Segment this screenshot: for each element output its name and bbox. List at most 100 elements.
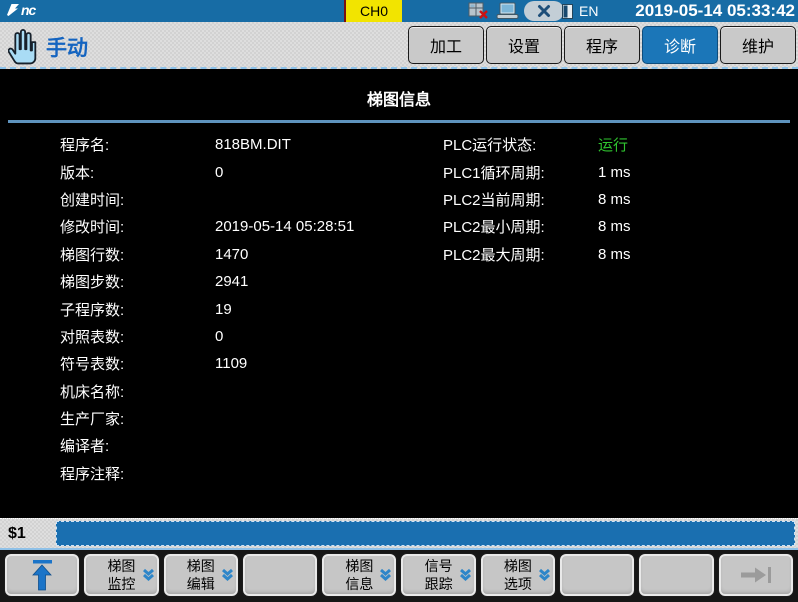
info-value: 8 ms [598, 191, 631, 208]
row-manufacturer: 生产厂家: [60, 405, 443, 432]
info-value: 1470 [215, 246, 248, 263]
cnc-screen: nc CH0 [0, 0, 798, 602]
language-label: EN [579, 3, 598, 19]
row-ladder-lines: 梯图行数:1470 [60, 241, 443, 268]
info-value: 0 [215, 328, 223, 345]
info-label: 符号表数: [60, 353, 215, 374]
ladder-info-panel: 梯图信息 程序名:818BM.DIT 版本:0 创建时间: 修改时间:2019-… [0, 71, 798, 518]
softkey-label: 梯图选项 [504, 557, 532, 593]
info-value: 2019-05-14 05:28:51 [215, 218, 354, 235]
softkey-empty-2[interactable] [559, 553, 635, 597]
info-value: 19 [215, 301, 232, 318]
tab-machining[interactable]: 加工 [408, 26, 484, 64]
return-top-arrow-icon [29, 558, 55, 592]
info-label: PLC1循环周期: [443, 162, 598, 183]
mode-tab-bar: 手动 加工 设置 程序 诊断 维护 [0, 22, 798, 69]
top-status-bar: nc CH0 [0, 0, 798, 22]
info-label: 梯图行数: [60, 244, 215, 265]
chevron-down-icon [459, 568, 472, 582]
info-label: 梯图步数: [60, 271, 215, 292]
softkey-label: 梯图编辑 [187, 557, 215, 593]
info-value: 1 ms [598, 164, 631, 181]
next-page-arrow-icon [738, 564, 774, 586]
row-subprograms: 子程序数:19 [60, 295, 443, 322]
softkey-label: 信号跟踪 [425, 557, 453, 593]
softkey-label: 梯图监控 [107, 557, 135, 593]
info-value: 1109 [215, 355, 247, 372]
info-label: PLC2最小周期: [443, 216, 598, 237]
remote-pc-icon [495, 2, 519, 20]
row-version: 版本:0 [60, 158, 443, 185]
datetime-display: 2019-05-14 05:33:42 [635, 0, 795, 22]
info-label: 版本: [60, 162, 215, 183]
softkey-return-top[interactable] [4, 553, 80, 597]
ime-icon [562, 4, 573, 19]
info-label: 子程序数: [60, 299, 215, 320]
info-value: 2941 [215, 273, 248, 290]
command-input[interactable] [56, 521, 795, 546]
row-symbol-tables: 符号表数:1109 [60, 350, 443, 377]
info-column-left: 程序名:818BM.DIT 版本:0 创建时间: 修改时间:2019-05-14… [0, 131, 443, 487]
info-label: 编译者: [60, 435, 215, 456]
info-label: 修改时间: [60, 216, 215, 237]
row-create-time: 创建时间: [60, 186, 443, 213]
info-label: 机床名称: [60, 381, 215, 402]
softkey-next-page[interactable] [718, 553, 794, 597]
softkey-ladder-info[interactable]: 梯图信息 [321, 553, 397, 597]
info-label: 生产厂家: [60, 408, 215, 429]
row-plc2-max: PLC2最大周期:8 ms [443, 241, 798, 268]
command-bar: $1 [0, 518, 798, 548]
chevron-down-icon [538, 568, 551, 582]
row-crossref-tables: 对照表数:0 [60, 323, 443, 350]
row-plc2-current: PLC2当前周期:8 ms [443, 186, 798, 213]
tab-diagnosis[interactable]: 诊断 [642, 26, 718, 64]
info-value: 8 ms [598, 246, 631, 263]
logo-text: nc [21, 2, 35, 18]
language-indicator: EN [562, 0, 598, 22]
info-value: 8 ms [598, 218, 631, 235]
close-pill-icon[interactable] [524, 1, 564, 21]
info-label: PLC运行状态: [443, 134, 598, 155]
row-program-name: 程序名:818BM.DIT [60, 131, 443, 158]
info-value: 818BM.DIT [215, 136, 291, 153]
channel-prompt: $1 [0, 525, 56, 543]
main-tabs: 加工 设置 程序 诊断 维护 [408, 26, 796, 64]
hand-icon [8, 26, 42, 71]
mode-label: 手动 [46, 32, 88, 62]
row-ladder-steps: 梯图步数:2941 [60, 268, 443, 295]
softkey-bar: 梯图监控 梯图编辑 梯图信息 [0, 548, 798, 602]
softkey-ladder-edit[interactable]: 梯图编辑 [163, 553, 239, 597]
info-value: 0 [215, 164, 223, 181]
row-modify-time: 修改时间:2019-05-14 05:28:51 [60, 213, 443, 240]
info-label: PLC2最大周期: [443, 244, 598, 265]
row-plc2-min: PLC2最小周期:8 ms [443, 213, 798, 240]
tab-maintenance[interactable]: 维护 [720, 26, 796, 64]
softkey-ladder-monitor[interactable]: 梯图监控 [83, 553, 159, 597]
network-error-icon [468, 2, 490, 20]
row-plc1-cycle: PLC1循环周期:1 ms [443, 158, 798, 185]
cnc-logo-mark-icon [5, 2, 21, 18]
info-column-right: PLC运行状态:运行 PLC1循环周期:1 ms PLC2当前周期:8 ms P… [443, 131, 798, 487]
softkey-ladder-options[interactable]: 梯图选项 [480, 553, 556, 597]
tab-program[interactable]: 程序 [564, 26, 640, 64]
info-label: 程序注释: [60, 463, 215, 484]
row-plc-status: PLC运行状态:运行 [443, 131, 798, 158]
chevron-down-icon [221, 568, 234, 582]
softkey-signal-trace[interactable]: 信号跟踪 [400, 553, 476, 597]
row-program-comment: 程序注释: [60, 460, 443, 487]
chevron-down-icon [379, 568, 392, 582]
chevron-down-icon [142, 568, 155, 582]
row-machine-name: 机床名称: [60, 378, 443, 405]
softkey-label: 梯图信息 [345, 557, 373, 593]
softkey-empty-3[interactable] [638, 553, 714, 597]
plc-status-value: 运行 [598, 134, 628, 155]
row-compiler: 编译者: [60, 432, 443, 459]
info-label: 创建时间: [60, 189, 215, 210]
cnc-logo-icon: nc [5, 2, 35, 18]
page-title: 梯图信息 [0, 71, 798, 110]
info-label: 程序名: [60, 134, 215, 155]
info-label: PLC2当前周期: [443, 189, 598, 210]
channel-badge[interactable]: CH0 [344, 0, 402, 22]
softkey-empty-1[interactable] [242, 553, 318, 597]
tab-settings[interactable]: 设置 [486, 26, 562, 64]
